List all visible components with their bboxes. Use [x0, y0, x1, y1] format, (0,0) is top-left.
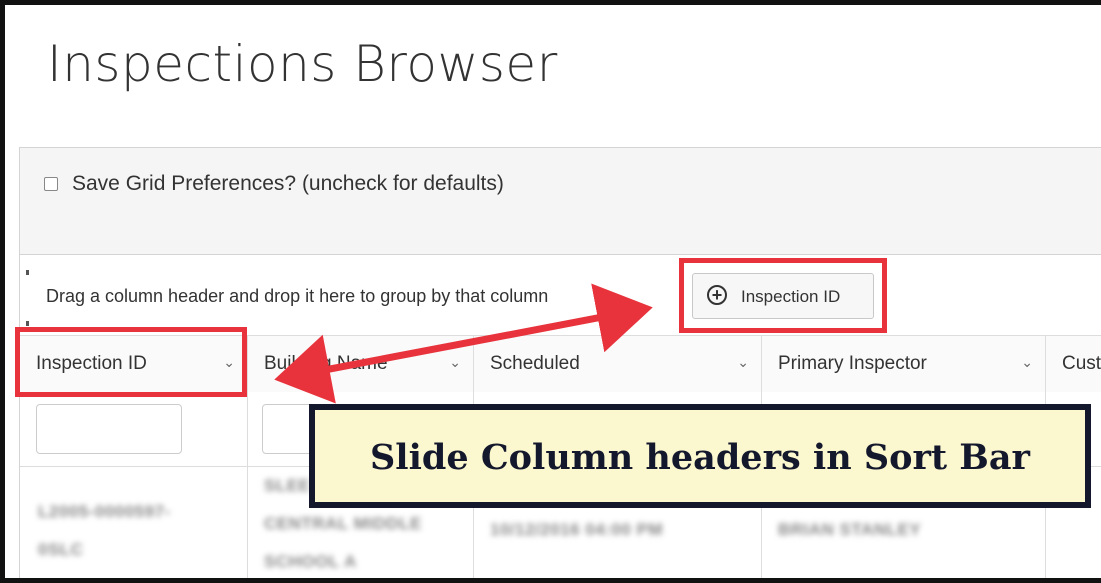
drop-indicator-bottom-icon: [26, 321, 29, 326]
column-header-building-name[interactable]: Building Name ⌄: [248, 336, 474, 392]
column-header-scheduled[interactable]: Scheduled ⌄: [474, 336, 762, 392]
screenshot-frame: Inspections Browser Save Grid Preference…: [0, 0, 1101, 583]
column-header-label: Scheduled: [490, 353, 580, 374]
chevron-down-icon[interactable]: ⌄: [449, 354, 461, 371]
highlight-box-column-header: [15, 327, 247, 397]
highlight-box-group-chip: [679, 258, 887, 333]
column-header-primary-inspector[interactable]: Primary Inspector ⌄: [762, 336, 1046, 392]
cell-text: L2005-0000597- 0SLC: [38, 502, 171, 559]
annotation-callout: Slide Column headers in Sort Bar: [309, 404, 1091, 508]
save-preferences-checkbox[interactable]: [44, 177, 58, 191]
column-header-label: Primary Inspector: [778, 353, 927, 374]
group-by-hint: Drag a column header and drop it here to…: [46, 286, 549, 306]
table-cell-inspection-id: L2005-0000597- 0SLC: [20, 467, 248, 578]
inspection-id-filter-input[interactable]: [36, 404, 182, 454]
column-header-label: Custo: [1062, 353, 1101, 374]
chevron-down-icon[interactable]: ⌄: [737, 354, 749, 371]
drop-indicator-top-icon: [26, 270, 29, 275]
page-title: Inspections Browser: [47, 35, 558, 93]
group-by-drop-zone[interactable]: Drag a column header and drop it here to…: [20, 255, 1101, 335]
chevron-down-icon[interactable]: ⌄: [1021, 354, 1033, 371]
callout-text: Slide Column headers in Sort Bar: [370, 437, 1030, 478]
cell-text: 10/12/2016 04:00 PM: [490, 520, 664, 539]
filter-cell: [20, 392, 248, 466]
preferences-bar: Save Grid Preferences? (uncheck for defa…: [20, 148, 1101, 255]
column-header-label: Building Name: [264, 353, 388, 374]
save-preferences-label: Save Grid Preferences? (uncheck for defa…: [72, 172, 504, 195]
column-header-custo[interactable]: Custo: [1046, 336, 1101, 392]
cell-text: BRIAN STANLEY: [778, 520, 922, 539]
